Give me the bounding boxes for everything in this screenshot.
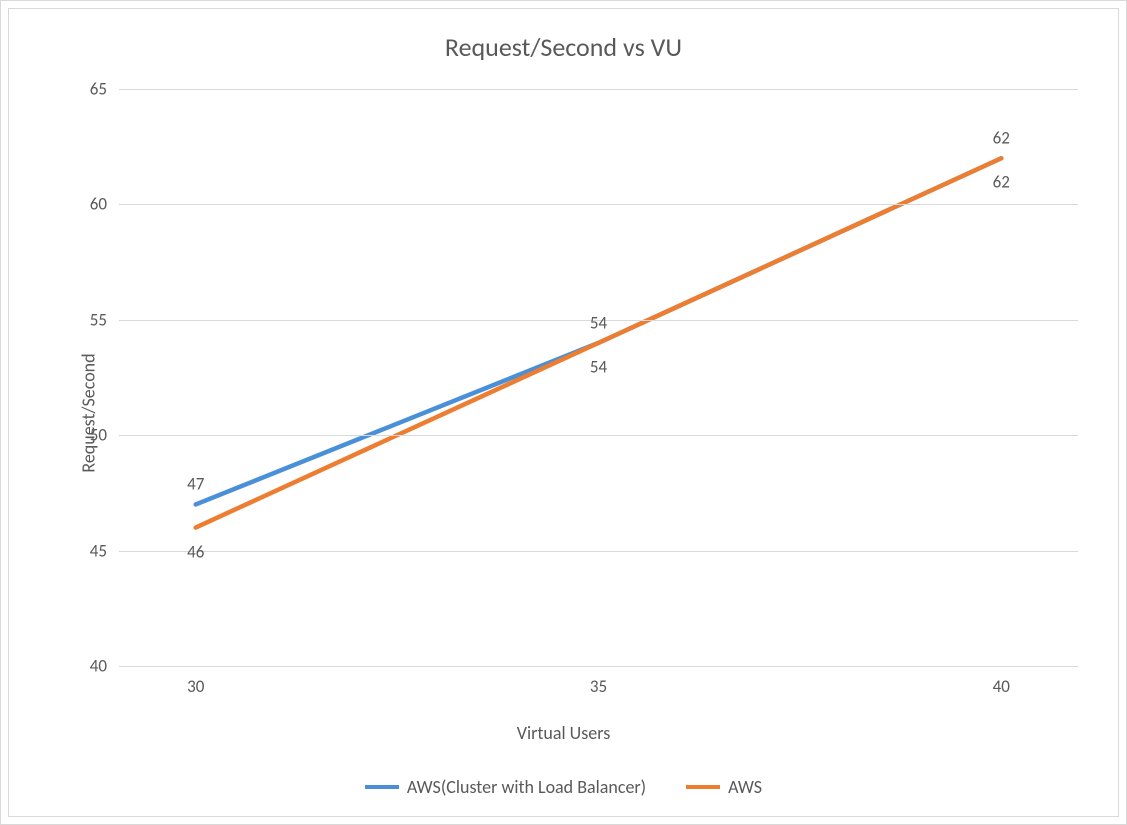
data-label: 46 bbox=[187, 541, 204, 562]
data-label: 54 bbox=[590, 356, 607, 377]
y-axis-label: Request/Second bbox=[78, 353, 100, 472]
plot-area: 404550556065303540475462465462 bbox=[119, 89, 1078, 666]
legend-label: AWS bbox=[728, 776, 762, 798]
y-tick-label: 65 bbox=[79, 79, 119, 100]
grid-line bbox=[119, 204, 1078, 205]
x-tick-label: 35 bbox=[590, 666, 607, 697]
x-tick-label: 40 bbox=[993, 666, 1010, 697]
grid-line bbox=[119, 89, 1078, 90]
y-tick-label: 55 bbox=[79, 309, 119, 330]
y-tick-label: 50 bbox=[79, 425, 119, 446]
legend-swatch bbox=[365, 785, 399, 789]
legend-item: AWS(Cluster with Load Balancer) bbox=[365, 776, 646, 798]
grid-line bbox=[119, 551, 1078, 552]
y-tick-label: 45 bbox=[79, 540, 119, 561]
y-tick-label: 40 bbox=[79, 656, 119, 677]
x-axis-label: Virtual Users bbox=[9, 722, 1118, 744]
chart-lines-svg bbox=[119, 89, 1078, 666]
legend: AWS(Cluster with Load Balancer) AWS bbox=[9, 776, 1118, 798]
chart-container: Request/Second vs VU Request/Second Virt… bbox=[0, 0, 1127, 825]
x-tick-label: 30 bbox=[187, 666, 204, 697]
data-label: 47 bbox=[187, 474, 204, 495]
data-label: 62 bbox=[993, 172, 1010, 193]
data-label: 62 bbox=[993, 128, 1010, 149]
legend-swatch bbox=[686, 785, 720, 789]
series-line bbox=[196, 158, 1002, 527]
legend-item: AWS bbox=[686, 776, 762, 798]
grid-line bbox=[119, 435, 1078, 436]
y-tick-label: 60 bbox=[79, 194, 119, 215]
data-label: 54 bbox=[590, 312, 607, 333]
legend-label: AWS(Cluster with Load Balancer) bbox=[407, 776, 646, 798]
chart-inner-border: Request/Second vs VU Request/Second Virt… bbox=[8, 8, 1119, 817]
chart-title: Request/Second vs VU bbox=[9, 31, 1118, 63]
